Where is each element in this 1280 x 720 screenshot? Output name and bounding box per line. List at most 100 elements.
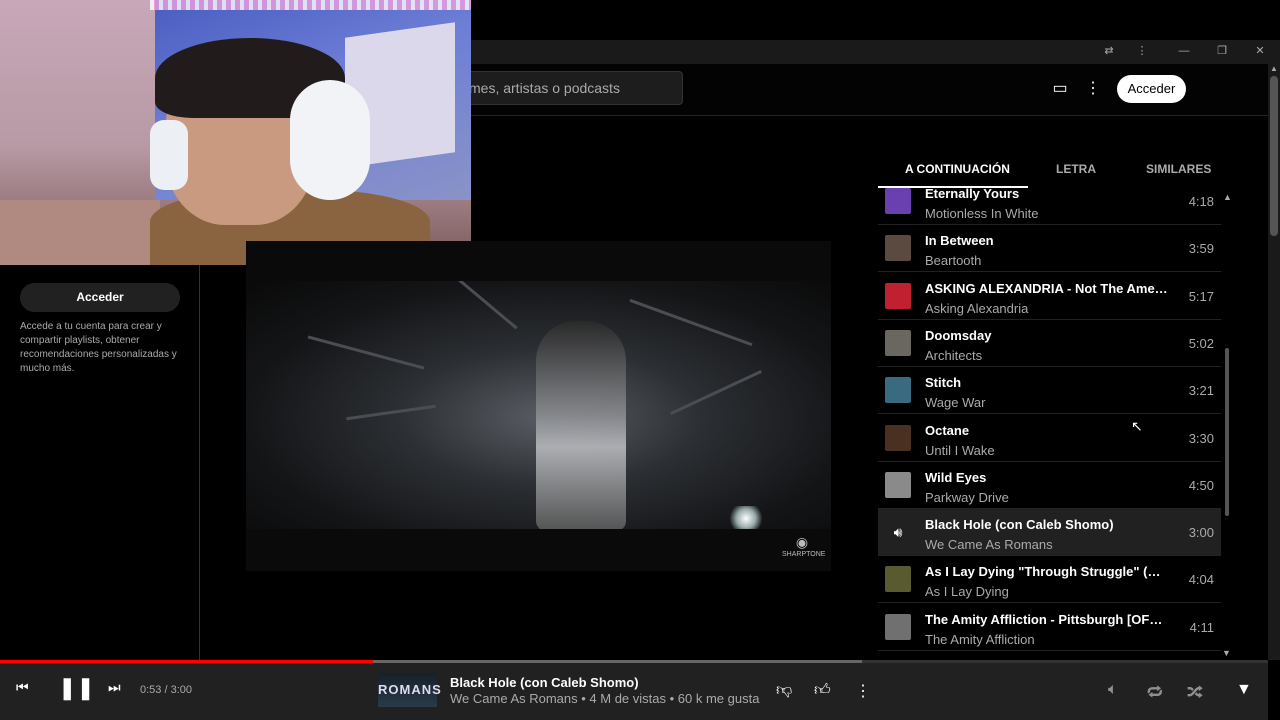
track-title: Doomsday <box>925 327 992 343</box>
queue-item[interactable]: Right Side of the Bed <box>878 651 1221 660</box>
queue-item[interactable]: Wild Eyes Parkway Drive 4:50 <box>878 462 1221 509</box>
scroll-up-icon[interactable]: ▲ <box>1223 192 1232 202</box>
mouse-cursor-icon: ↖ <box>1131 418 1143 434</box>
headphone-right <box>290 80 370 200</box>
track-title: The Amity Affliction - Pittsburgh [OFFI.… <box>925 611 1170 627</box>
repeat-icon[interactable]: 🔁︎ <box>1147 681 1163 704</box>
queue-item-playing[interactable]: 🔊︎ Black Hole (con Caleb Shomo) We Came As… <box>878 509 1221 557</box>
speaker-icon: 🔊︎ <box>893 524 903 541</box>
track-artist: Motionless In White <box>925 206 1039 221</box>
queue-item[interactable]: Eternally Yours Motionless In White 4:18 <box>878 188 1221 225</box>
queue-item[interactable]: Doomsday Architects 5:02 <box>878 320 1221 367</box>
now-playing-subtitle[interactable]: We Came As Romans • 4 M de vistas • 60 k… <box>450 691 759 706</box>
queue-item[interactable]: The Amity Affliction - Pittsburgh [OFFI.… <box>878 604 1221 651</box>
pause-icon[interactable]: ❚❚ <box>58 675 95 701</box>
time-display: 0:53 / 3:00 <box>140 684 192 696</box>
tab-up-next[interactable]: A CONTINUACIÓN <box>905 162 1010 176</box>
video-stage-beam <box>346 404 436 421</box>
track-duration: 3:21 <box>1188 383 1214 399</box>
track-artist: Beartooth <box>925 253 982 269</box>
player-bar: ⏮ ❚❚ ⏭ 0:53 / 3:00 ROMANS Black Hole (co… <box>0 663 1268 720</box>
track-title: Black Hole (con Caleb Shomo) <box>925 517 1114 533</box>
sidebar-login-description: Accede a tu cuenta para crear y comparti… <box>20 321 177 374</box>
maximize-button[interactable]: ❐ <box>1214 43 1230 59</box>
queue-list: Eternally Yours Motionless In White 4:18 In… <box>878 188 1221 660</box>
cast-icon[interactable]: ▭ <box>1049 78 1071 100</box>
webcam-overlay <box>0 0 471 265</box>
track-thumbnail <box>885 282 911 309</box>
track-thumbnail <box>885 235 911 262</box>
track-artist: The Amity Affliction <box>925 631 1035 647</box>
track-artist: We Came As Romans <box>925 537 1053 553</box>
sidebar: Acceder Accede a tu cuenta para crear y … <box>0 265 200 660</box>
volume-icon[interactable]: 🔈︎ <box>1108 681 1118 699</box>
video-stage-beam <box>454 281 518 330</box>
main-scrollbar-thumb[interactable] <box>1270 76 1278 236</box>
track-duration: 4:50 <box>1188 477 1214 493</box>
watermark-text: SHARPTONE <box>782 551 826 558</box>
track-thumbnail <box>885 329 911 356</box>
queue-item[interactable]: Stitch Wage War 3:21 <box>878 367 1221 415</box>
queue-scrollbar[interactable] <box>1225 348 1229 516</box>
queue-panel: A CONTINUACIÓN LETRA SIMILARES Eternally… <box>878 150 1221 660</box>
track-duration: 5:17 <box>1188 288 1214 304</box>
more-options-icon[interactable]: ⋮ <box>1082 78 1104 100</box>
now-playing-title[interactable]: Black Hole (con Caleb Shomo) <box>450 675 639 690</box>
previous-icon[interactable]: ⏮ <box>16 679 29 696</box>
track-title: As I Lay Dying "Through Struggle" (OFF..… <box>925 564 1170 580</box>
track-title: Eternally Yours <box>925 188 1020 201</box>
minimize-button[interactable]: — <box>1176 43 1192 59</box>
video-stage-beam <box>629 298 753 347</box>
track-title: Stitch <box>925 375 962 391</box>
track-title: Wild Eyes <box>925 469 987 485</box>
tab-lyrics[interactable]: LETRA <box>1056 162 1096 176</box>
main-scroll-up-icon[interactable]: ▲ <box>1270 64 1278 73</box>
track-duration: 5:02 <box>1188 335 1214 351</box>
next-icon[interactable]: ⏭ <box>108 679 121 696</box>
login-button[interactable]: Acceder <box>1117 75 1186 103</box>
queue-item[interactable]: As I Lay Dying "Through Struggle" (OFF..… <box>878 556 1221 604</box>
track-duration: 3:30 <box>1188 430 1214 446</box>
webcam-string-lights <box>150 0 471 10</box>
track-artist: Parkway Drive <box>925 489 1009 505</box>
album-art: ROMANS <box>378 673 441 707</box>
queue-tabs: A CONTINUACIÓN LETRA SIMILARES <box>878 150 1221 188</box>
track-title: In Between <box>925 233 994 249</box>
expand-player-icon[interactable]: ▼ <box>1236 681 1252 699</box>
track-thumbnail <box>885 188 911 214</box>
close-button[interactable]: ✕ <box>1252 43 1268 59</box>
track-duration: 4:04 <box>1188 572 1214 588</box>
video-stage-beam <box>670 370 762 415</box>
like-icon[interactable]: 👍︎ <box>814 681 831 700</box>
video-player[interactable]: ◉ SHARPTONE <box>246 241 831 571</box>
track-artist: As I Lay Dying <box>925 584 1009 600</box>
dislike-icon[interactable]: 👎︎ <box>776 681 792 700</box>
scroll-down-icon[interactable]: ▼ <box>1222 648 1231 658</box>
track-thumbnail <box>885 424 911 451</box>
track-thumbnail <box>885 613 911 640</box>
track-duration: 3:59 <box>1188 241 1214 257</box>
webcam-bed <box>0 200 160 265</box>
video-performer <box>536 321 626 529</box>
translate-icon[interactable]: ⇄ <box>1101 43 1117 59</box>
search-input[interactable]: mes, artistas o podcasts <box>440 71 683 105</box>
track-duration: 4:18 <box>1188 194 1214 209</box>
track-thumbnail <box>885 566 911 593</box>
more-options-icon[interactable]: ⋮ <box>855 681 871 701</box>
sidebar-login-button[interactable]: Acceder <box>20 283 180 312</box>
tab-related[interactable]: SIMILARES <box>1146 162 1211 176</box>
video-watermark-logo: ◉ SHARPTONE <box>782 534 826 560</box>
shuffle-icon[interactable]: 🔀︎ <box>1187 681 1203 704</box>
watermark-icon: ◉ <box>795 534 809 550</box>
track-artist: Until I Wake <box>925 442 995 458</box>
queue-item[interactable]: In Between Beartooth 3:59 <box>878 225 1221 273</box>
track-thumbnail <box>885 471 911 498</box>
queue-item[interactable]: Octane Until I Wake 3:30 <box>878 415 1221 462</box>
video-frame[interactable] <box>246 281 831 529</box>
more-vert-icon[interactable]: ⋮ <box>1134 43 1150 59</box>
track-artist: Asking Alexandria <box>925 300 1029 316</box>
queue-item[interactable]: ASKING ALEXANDRIA - Not The Ameri... Aski… <box>878 273 1221 320</box>
track-duration: 3:00 <box>1188 525 1214 541</box>
track-title: ASKING ALEXANDRIA - Not The Ameri... <box>925 280 1170 296</box>
video-stage-beam <box>307 335 425 370</box>
